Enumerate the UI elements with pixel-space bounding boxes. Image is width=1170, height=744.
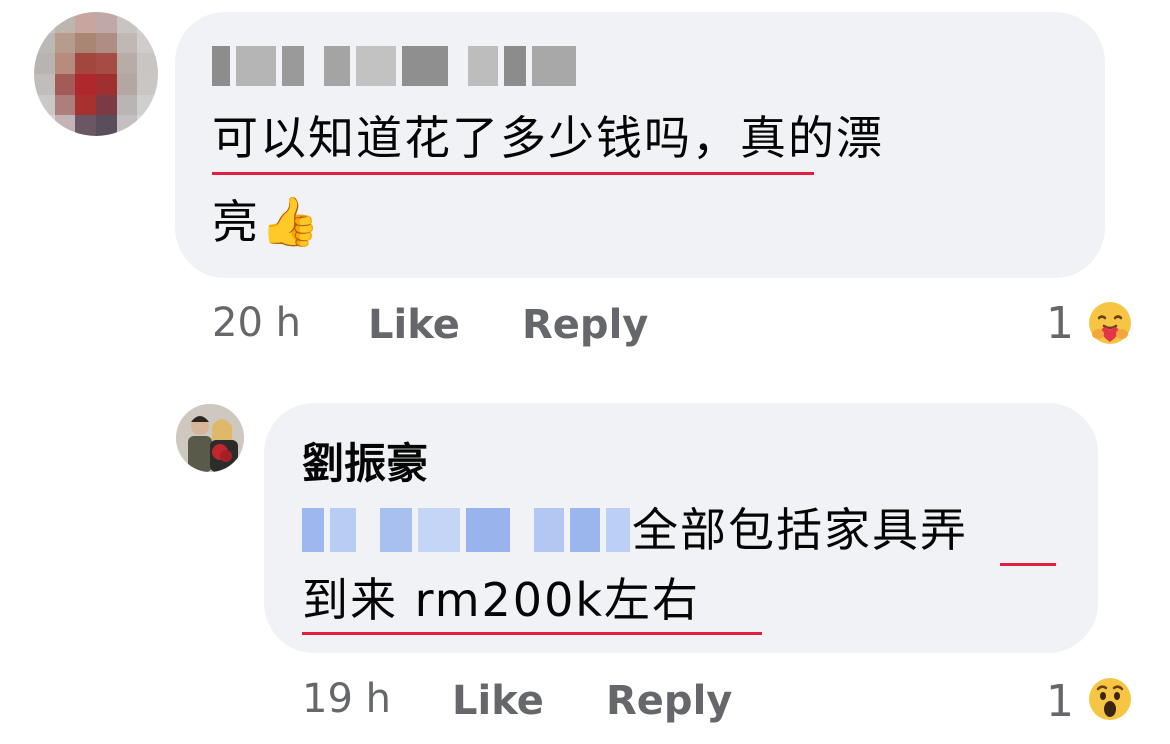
reply-timestamp[interactable]: 19 h xyxy=(302,676,391,722)
comment-like-button[interactable]: Like xyxy=(368,302,460,348)
comment-reaction-count[interactable]: 1 xyxy=(1046,298,1074,349)
spellcheck-underline xyxy=(212,172,814,175)
reply-reaction-count[interactable]: 1 xyxy=(1046,676,1074,727)
care-reaction-icon[interactable] xyxy=(1085,298,1135,348)
mention-redacted[interactable] xyxy=(302,508,630,552)
reply-like-button[interactable]: Like xyxy=(452,678,544,724)
reply-author-name[interactable]: 劉振豪 xyxy=(302,430,428,491)
thumbs-up-emoji: 👍 xyxy=(260,194,322,250)
comment-text-line-2: 亮👍 xyxy=(212,192,322,252)
commenter-avatar[interactable] xyxy=(34,12,158,136)
reply-text-line-2: 到来 rm200k左右 xyxy=(302,573,700,627)
comment-timestamp[interactable]: 20 h xyxy=(212,300,301,346)
comment-reply-button[interactable]: Reply xyxy=(522,302,648,348)
comment-text-line-2-text: 亮 xyxy=(212,195,260,249)
reply-author-avatar[interactable] xyxy=(176,404,244,472)
spellcheck-underline-reply-1 xyxy=(1000,563,1056,566)
commenter-name-redacted[interactable] xyxy=(212,46,576,86)
wow-reaction-icon[interactable] xyxy=(1085,674,1135,724)
reply-text-line-1: 全部包括家具弄 xyxy=(632,503,968,557)
reply-reply-button[interactable]: Reply xyxy=(606,678,732,724)
comment-text-line-1: 可以知道花了多少钱吗，真的漂 xyxy=(212,111,884,165)
spellcheck-underline-reply-2 xyxy=(302,632,762,635)
